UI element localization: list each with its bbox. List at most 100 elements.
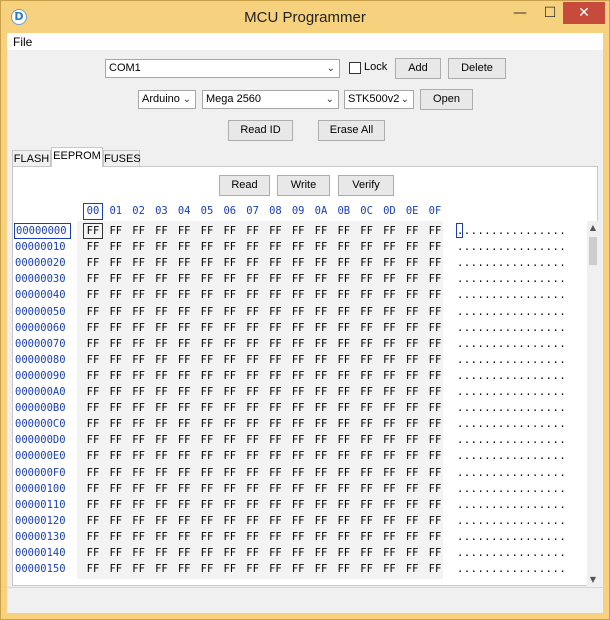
hex-cell[interactable]: FF [129,370,149,382]
open-button[interactable]: Open [420,89,473,110]
hex-cell[interactable]: FF [357,241,377,253]
hex-cell[interactable]: FF [402,273,422,285]
hex-cell[interactable]: FF [402,257,422,269]
hex-cell[interactable]: FF [243,289,263,301]
hex-cell[interactable]: FF [288,338,308,350]
ascii-text[interactable]: ................ [457,467,581,479]
hex-cell[interactable]: FF [379,450,399,462]
hex-cell[interactable]: FF [425,563,445,575]
hex-cell[interactable]: FF [311,434,331,446]
hex-cell[interactable]: FF [265,402,285,414]
hex-cell[interactable]: FF [425,354,445,366]
hex-cell[interactable]: FF [174,547,194,559]
hex-cell[interactable]: FF [83,402,103,414]
hex-cell[interactable]: FF [425,306,445,318]
hex-cell[interactable]: FF [106,418,126,430]
hex-cell[interactable]: FF [83,370,103,382]
hex-cell[interactable]: FF [357,418,377,430]
hex-cell[interactable]: FF [220,354,240,366]
hex-cell[interactable]: FF [197,499,217,511]
hex-cell[interactable]: FF [174,225,194,237]
hex-cell[interactable]: FF [288,241,308,253]
hex-cell[interactable]: FF [106,225,126,237]
hex-cell[interactable]: FF [197,225,217,237]
hex-cell[interactable]: FF [357,338,377,350]
hex-cell[interactable]: FF [174,338,194,350]
lock-checkbox[interactable] [349,62,361,74]
hex-cell[interactable]: FF [129,386,149,398]
hex-cell[interactable]: FF [311,289,331,301]
hex-cell[interactable]: FF [288,306,308,318]
hex-cell[interactable]: FF [220,563,240,575]
hex-cell[interactable]: FF [334,289,354,301]
ascii-text[interactable]: ................ [457,370,581,382]
hex-cell[interactable]: FF [425,273,445,285]
hex-cell[interactable]: FF [402,563,422,575]
ascii-text[interactable]: ................ [457,563,581,575]
hex-cell[interactable]: FF [174,531,194,543]
hex-cell[interactable]: FF [129,467,149,479]
hex-cell[interactable]: FF [220,241,240,253]
hex-cell[interactable]: FF [334,322,354,334]
hex-cell[interactable]: FF [357,257,377,269]
hex-cell[interactable]: FF [311,515,331,527]
hex-cell[interactable]: FF [151,434,171,446]
hex-cell[interactable]: FF [379,386,399,398]
hex-cell[interactable]: FF [174,402,194,414]
hex-cell[interactable]: FF [379,418,399,430]
hex-cell[interactable]: FF [106,467,126,479]
hex-cell[interactable]: FF [197,418,217,430]
hex-cell[interactable]: FF [379,467,399,479]
hex-cell[interactable]: FF [288,386,308,398]
hex-cell[interactable]: FF [379,370,399,382]
hex-cell[interactable]: FF [402,338,422,350]
hex-cell[interactable]: FF [425,225,445,237]
hex-cell[interactable]: FF [311,273,331,285]
hex-cell[interactable]: FF [220,386,240,398]
hex-cell[interactable]: FF [83,531,103,543]
hex-cell[interactable]: FF [265,547,285,559]
hex-cell[interactable]: FF [151,563,171,575]
hex-cell[interactable]: FF [129,354,149,366]
hex-cell[interactable]: FF [83,338,103,350]
hex-cell[interactable]: FF [106,257,126,269]
hex-cell[interactable]: FF [83,515,103,527]
hex-cell[interactable]: FF [334,273,354,285]
hex-cell[interactable]: FF [379,225,399,237]
hex-cell[interactable]: FF [357,402,377,414]
hex-cell[interactable]: FF [151,450,171,462]
hex-cell[interactable]: FF [265,531,285,543]
tab-flash[interactable]: FLASH [12,150,51,167]
hex-cell[interactable]: FF [83,450,103,462]
hex-cell[interactable]: FF [334,225,354,237]
hex-cell[interactable]: FF [357,547,377,559]
hex-cell[interactable]: FF [288,322,308,334]
hex-cell[interactable]: FF [357,354,377,366]
hex-cell[interactable]: FF [402,547,422,559]
hex-cell[interactable]: FF [265,483,285,495]
ascii-text[interactable]: ................ [457,225,581,237]
hex-cell[interactable]: FF [197,402,217,414]
hex-cell[interactable]: FF [243,483,263,495]
hex-cell[interactable]: FF [425,370,445,382]
hex-cell[interactable]: FF [106,386,126,398]
hex-cell[interactable]: FF [83,434,103,446]
hex-cell[interactable]: FF [265,225,285,237]
hex-cell[interactable]: FF [243,467,263,479]
hex-cell[interactable]: FF [334,386,354,398]
minimize-button[interactable]: — [505,2,535,24]
hex-cell[interactable]: FF [288,547,308,559]
hex-cell[interactable]: FF [265,499,285,511]
hex-cell[interactable]: FF [174,241,194,253]
hex-cell[interactable]: FF [357,289,377,301]
hex-cell[interactable]: FF [174,434,194,446]
hex-cell[interactable]: FF [83,289,103,301]
hex-cell[interactable]: FF [311,418,331,430]
hex-cell[interactable]: FF [106,547,126,559]
port-select[interactable]: COM1 ⌄ [105,59,340,78]
hex-cell[interactable]: FF [402,531,422,543]
add-button[interactable]: Add [395,58,441,79]
hex-cell[interactable]: FF [129,531,149,543]
hex-cell[interactable]: FF [265,418,285,430]
hex-cell[interactable]: FF [288,402,308,414]
